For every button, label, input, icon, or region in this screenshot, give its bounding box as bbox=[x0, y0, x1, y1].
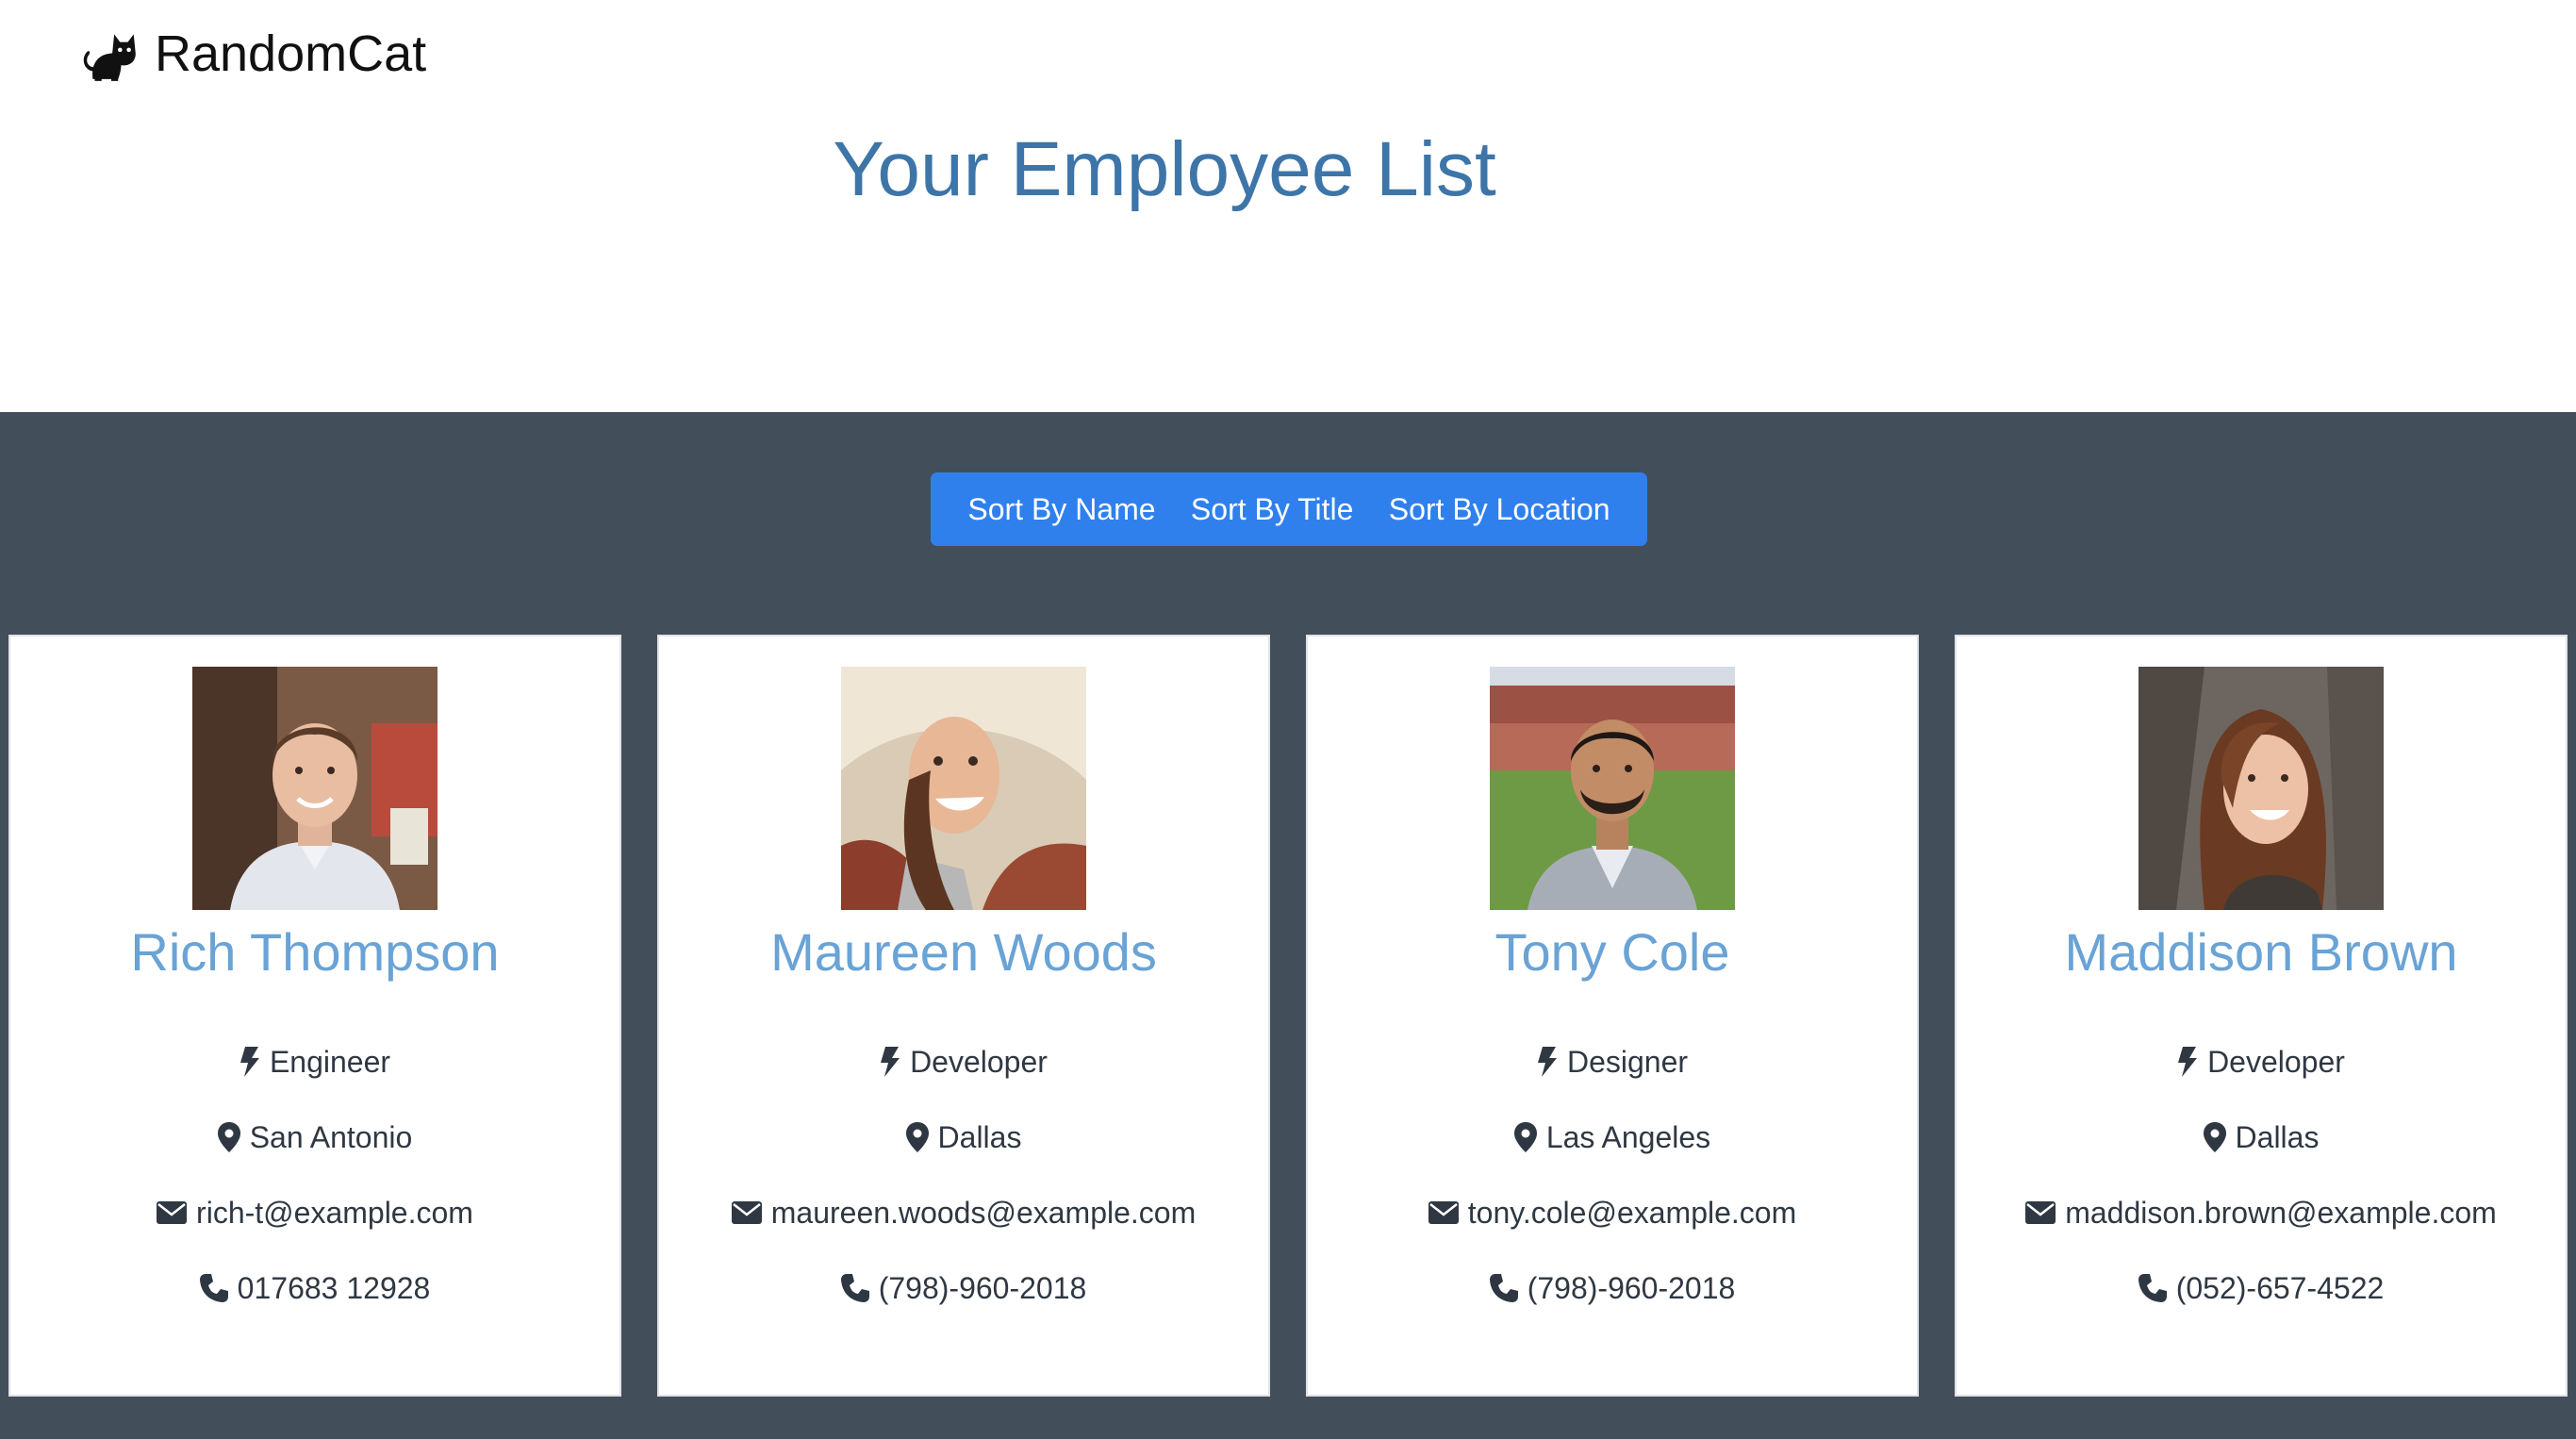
employee-phone[interactable]: 017683 12928 bbox=[238, 1269, 431, 1307]
header: RandomCat Your Employee List bbox=[0, 0, 2576, 412]
bolt-icon bbox=[881, 1047, 900, 1077]
employee-card: Maureen Woods Developer Dallas maureen.w… bbox=[657, 635, 1270, 1397]
phone-icon bbox=[199, 1274, 228, 1302]
cat-icon bbox=[83, 34, 136, 81]
employee-photo bbox=[1490, 667, 1735, 910]
envelope-icon bbox=[1428, 1201, 1459, 1224]
map-pin-icon bbox=[905, 1122, 929, 1152]
employee-name[interactable]: Tony Cole bbox=[1308, 919, 1917, 985]
employee-phone-row: (052)-657-4522 bbox=[1957, 1269, 2566, 1307]
brand-name: RandomCat bbox=[155, 25, 427, 82]
employee-phone-row: (798)-960-2018 bbox=[659, 1269, 1268, 1307]
employee-email[interactable]: maddison.brown@example.com bbox=[2065, 1194, 2497, 1232]
employee-phone[interactable]: (052)-657-4522 bbox=[2176, 1269, 2385, 1307]
employee-title-row: Developer bbox=[659, 1043, 1268, 1081]
employee-photo bbox=[841, 667, 1086, 910]
employee-email[interactable]: tony.cole@example.com bbox=[1468, 1194, 1796, 1232]
employee-title-row: Developer bbox=[1957, 1043, 2566, 1081]
page-title: Your Employee List bbox=[833, 126, 1496, 212]
employee-card: Rich Thompson Engineer San Antonio rich-… bbox=[8, 635, 621, 1397]
employee-location-row: Las Angeles bbox=[1308, 1118, 1917, 1156]
employee-phone-row: (798)-960-2018 bbox=[1308, 1269, 1917, 1307]
employee-title: Designer bbox=[1566, 1045, 1689, 1079]
employee-card: Maddison Brown Developer Dallas maddison… bbox=[1955, 635, 2568, 1397]
employee-title: Engineer bbox=[269, 1045, 391, 1079]
employee-location: Las Angeles bbox=[1545, 1120, 1711, 1154]
employee-email[interactable]: rich-t@example.com bbox=[196, 1194, 473, 1232]
employee-location-row: Dallas bbox=[1957, 1118, 2566, 1156]
employee-location-row: San Antonio bbox=[10, 1118, 619, 1156]
employee-phone-row: 017683 12928 bbox=[10, 1269, 619, 1307]
employee-cards: Rich Thompson Engineer San Antonio rich-… bbox=[8, 635, 2568, 1398]
employee-title-row: Engineer bbox=[10, 1043, 619, 1081]
employee-name[interactable]: Maureen Woods bbox=[659, 919, 1268, 985]
map-pin-icon bbox=[217, 1122, 240, 1152]
sort-by-location-button[interactable]: Sort By Location bbox=[1378, 472, 1622, 546]
employee-phone[interactable]: (798)-960-2018 bbox=[1527, 1269, 1736, 1307]
employee-title-row: Designer bbox=[1308, 1043, 1917, 1081]
sort-button-group: Sort By Name Sort By Title Sort By Locat… bbox=[931, 472, 1647, 546]
page: RandomCat Your Employee List Sort By Nam… bbox=[0, 0, 2576, 1439]
phone-icon bbox=[1489, 1274, 1518, 1302]
phone-icon bbox=[2138, 1274, 2167, 1302]
employee-section: Sort By Name Sort By Title Sort By Locat… bbox=[0, 412, 2576, 1439]
employee-email-row: rich-t@example.com bbox=[10, 1194, 619, 1232]
employee-photo bbox=[2138, 667, 2384, 910]
employee-phone[interactable]: (798)-960-2018 bbox=[879, 1269, 1087, 1307]
employee-email-row: maureen.woods@example.com bbox=[659, 1194, 1268, 1232]
bolt-icon bbox=[1537, 1047, 1557, 1077]
employee-name[interactable]: Maddison Brown bbox=[1957, 919, 2566, 985]
employee-email-row: maddison.brown@example.com bbox=[1957, 1194, 2566, 1232]
employee-email-row: tony.cole@example.com bbox=[1308, 1194, 1917, 1232]
sort-by-title-button[interactable]: Sort By Title bbox=[1180, 472, 1365, 546]
employee-title: Developer bbox=[2207, 1045, 2345, 1079]
envelope-icon bbox=[731, 1201, 762, 1224]
map-pin-icon bbox=[2203, 1122, 2226, 1152]
employee-location-row: Dallas bbox=[659, 1118, 1268, 1156]
bolt-icon bbox=[2178, 1047, 2198, 1077]
employee-name[interactable]: Rich Thompson bbox=[10, 919, 619, 985]
brand-link[interactable]: RandomCat bbox=[79, 23, 426, 85]
employee-photo bbox=[192, 667, 438, 910]
employee-location: San Antonio bbox=[249, 1120, 413, 1154]
employee-location: Dallas bbox=[937, 1120, 1022, 1154]
map-pin-icon bbox=[1513, 1122, 1537, 1152]
sort-by-name-button[interactable]: Sort By Name bbox=[956, 472, 1166, 546]
bolt-icon bbox=[239, 1047, 259, 1077]
envelope-icon bbox=[157, 1201, 188, 1224]
employee-card: Tony Cole Designer Las Angeles tony.cole… bbox=[1306, 635, 1919, 1397]
envelope-icon bbox=[2025, 1201, 2056, 1224]
employee-email[interactable]: maureen.woods@example.com bbox=[771, 1194, 1196, 1232]
phone-icon bbox=[840, 1274, 869, 1302]
employee-location: Dallas bbox=[2235, 1120, 2320, 1154]
employee-title: Developer bbox=[910, 1045, 1048, 1079]
